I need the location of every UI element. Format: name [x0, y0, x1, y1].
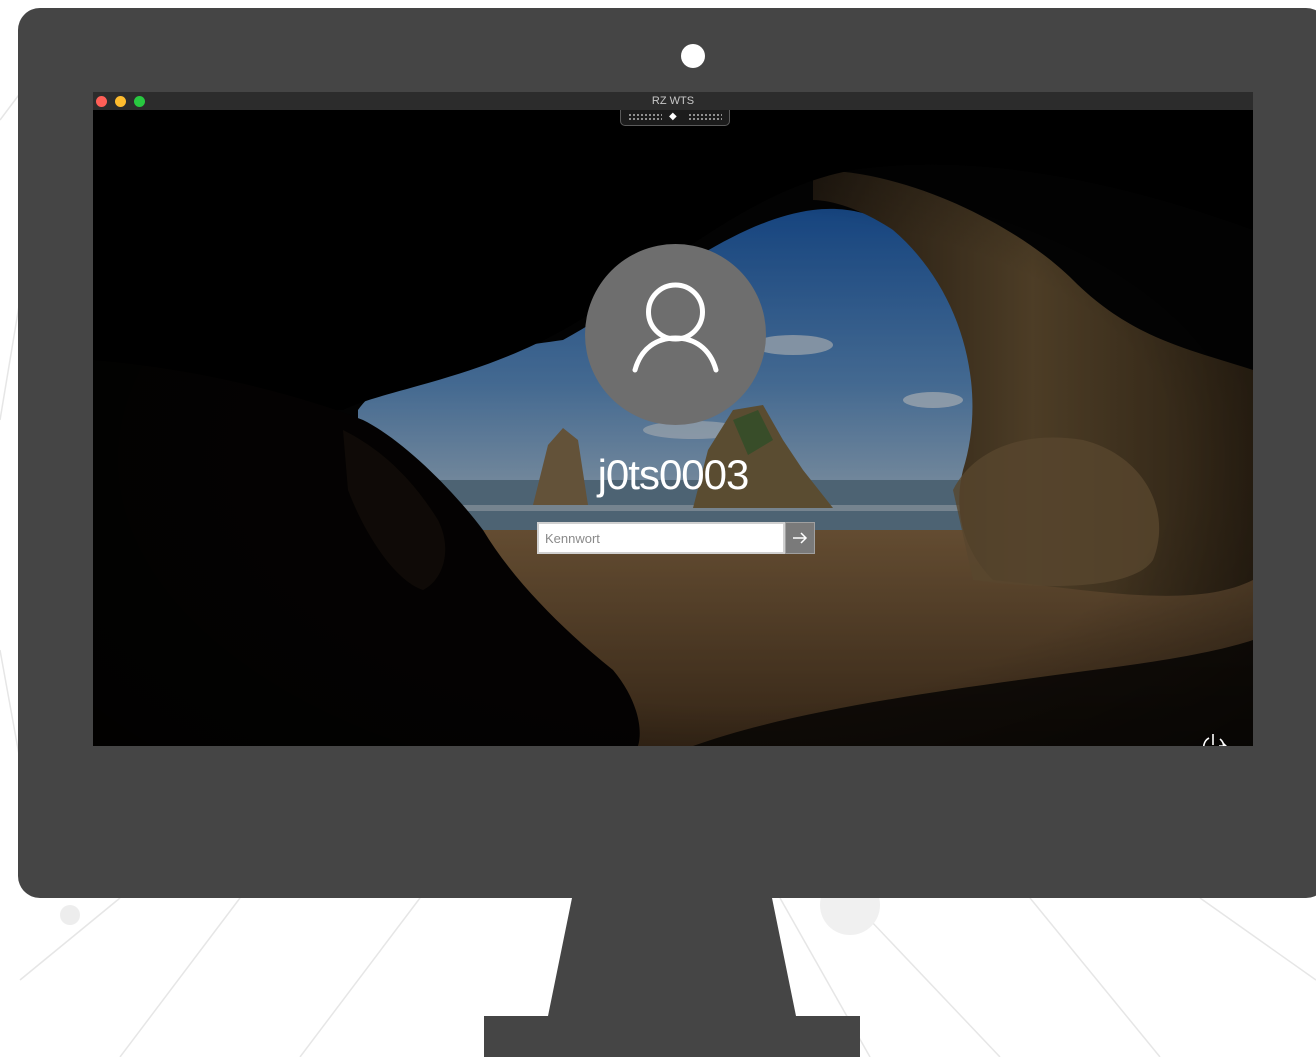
window-title: RZ WTS [651, 95, 695, 107]
user-avatar [585, 244, 766, 425]
power-options-button[interactable] [1200, 730, 1230, 746]
user-icon [632, 282, 719, 373]
drag-grip-right[interactable] [688, 113, 722, 121]
cave-beach-wallpaper [93, 110, 1253, 746]
username-label: j0ts0003 [597, 451, 750, 498]
camera-dot [681, 44, 705, 68]
submit-button[interactable] [785, 522, 815, 554]
remote-desktop-window: RZ WTS j0ts0003 ◆ [93, 92, 1253, 746]
password-input[interactable] [537, 522, 785, 554]
rdp-connection-bar[interactable]: ◆ [620, 110, 730, 126]
window-titlebar[interactable]: RZ WTS [93, 92, 1253, 111]
arrow-right-icon [793, 532, 808, 544]
drag-grip-left[interactable] [628, 113, 662, 121]
power-options-icon [1202, 734, 1227, 746]
pin-icon[interactable]: ◆ [669, 111, 677, 123]
monitor-stand-base [484, 1016, 860, 1057]
lock-screen-background: j0ts0003 [93, 110, 1253, 746]
